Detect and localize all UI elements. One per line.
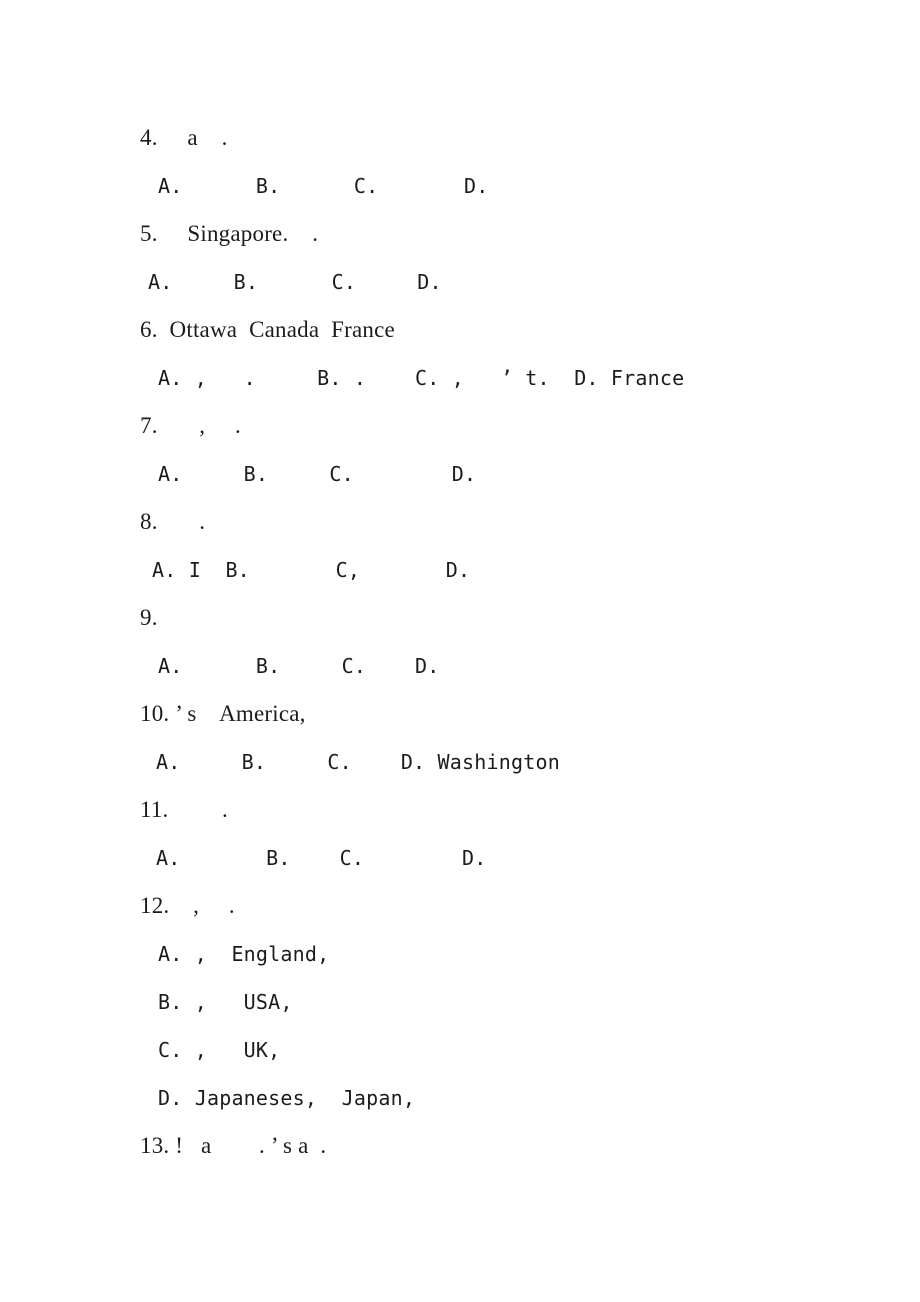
question-stem-line: 11. . [140,797,228,822]
document-page: 4. a . A. B. C. D. 5. Singapore. . A. B. C.… [0,0,920,1302]
question-options-line: A. B. C. D. [148,270,442,294]
question-stem-line: 6. Ottawa Canada France [140,317,395,342]
question-stem-line: 13. ! a . ’ s a . [140,1133,327,1158]
question-options-line: A. , . B. . C. , ’ t. D. France [158,366,685,390]
question-options-line: B. , USA, [158,990,293,1014]
question-options-line: A. B. C. D. [158,462,477,486]
question-options-line: A. B. C. D. [156,846,487,870]
question-stem-line: 4. a . [140,125,228,150]
question-options-line: C. , UK, [158,1038,281,1062]
question-options-line: A. , England, [158,942,330,966]
question-stem-line: 9. [140,605,158,630]
question-options-line: A. B. C. D. [158,174,489,198]
question-stem-line: 7. , . [140,413,241,438]
question-stem-line: 8. . [140,509,206,534]
question-options-line: D. Japaneses, Japan, [158,1086,416,1110]
question-options-line: A. I B. C, D. [152,558,471,582]
question-stem-line: 5. Singapore. . [140,221,319,246]
question-stem-line: 10. ’ s America, [140,701,306,726]
question-options-line: A. B. C. D. [158,654,440,678]
question-stem-line: 12. , . [140,893,235,918]
question-options-line: A. B. C. D. Washington [156,750,560,774]
